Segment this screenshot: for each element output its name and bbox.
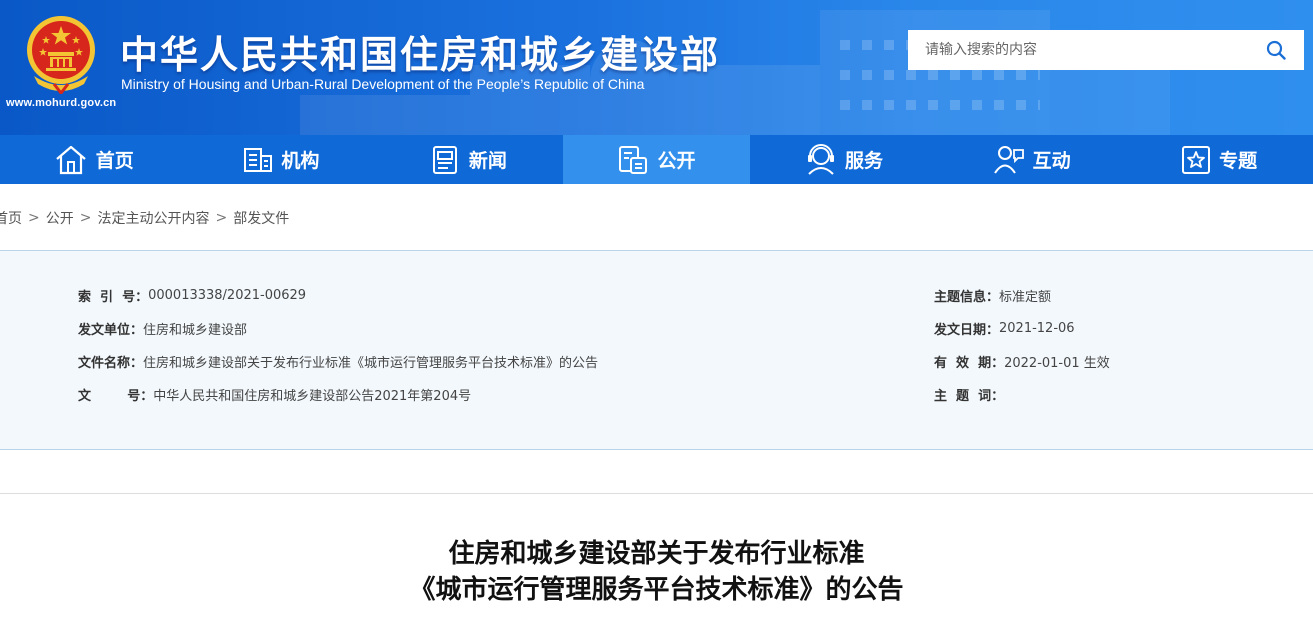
site-header: www.mohurd.gov.cn 中华人民共和国住房和城乡建设部 Minist… <box>0 0 1313 135</box>
breadcrumb-separator: > <box>79 210 92 226</box>
star-icon <box>1181 145 1211 175</box>
interaction-icon <box>993 144 1025 176</box>
nav-item-label: 互动 <box>1032 150 1071 172</box>
info-validity-value: 2022-01-01 生效 <box>1004 355 1110 371</box>
site-url: www.mohurd.gov.cn <box>6 97 117 109</box>
document-icon <box>617 144 649 176</box>
service-icon <box>805 143 837 176</box>
info-date-value: 2021-12-06 <box>999 320 1075 336</box>
news-icon <box>431 145 461 175</box>
info-number-value: 中华人民共和国住房和城乡建设部公告2021年第204号 <box>153 388 472 404</box>
header-bg-windows <box>840 70 1040 80</box>
nav-item-label: 公开 <box>657 150 696 172</box>
document-info-panel: 索 引 号： 000013338/2021-00629 发文单位： 住房和城乡建… <box>0 250 1313 450</box>
info-date-label: 发文日期： <box>934 322 1000 338</box>
info-unit-value: 住房和城乡建设部 <box>143 322 248 338</box>
site-title[interactable]: 中华人民共和国住房和城乡建设部 <box>120 24 720 79</box>
article-title-line-2: 《城市运行管理服务平台技术标准》的公告 <box>409 575 904 605</box>
info-number-row: 文 号： 中华人民共和国住房和城乡建设部公告2021年第204号 <box>78 384 471 404</box>
nav-item-public[interactable]: 公开 <box>562 135 751 184</box>
national-emblem-logo[interactable] <box>24 14 98 96</box>
search-icon <box>1266 40 1286 60</box>
search-input[interactable] <box>908 30 1248 70</box>
content-divider <box>0 493 1313 494</box>
search-button[interactable] <box>1248 30 1304 70</box>
nav-item-service[interactable]: 服务 <box>750 135 938 184</box>
info-topic-label: 主题信息： <box>934 289 1000 305</box>
info-keywords-label: 主 题 词： <box>934 388 1005 404</box>
info-validity-row: 有 效 期： 2022-01-01 生效 <box>934 351 1110 371</box>
nav-item-label: 专题 <box>1219 150 1258 172</box>
breadcrumb-home[interactable]: 首页 <box>0 208 22 228</box>
header-bg-building <box>300 95 470 135</box>
building-icon <box>243 146 273 174</box>
nav-item-news[interactable]: 新闻 <box>375 135 563 184</box>
nav-item-label: 机构 <box>281 150 320 172</box>
nav-item-label: 首页 <box>95 150 134 172</box>
breadcrumb-separator: > <box>215 210 228 226</box>
info-unit-label: 发文单位： <box>78 322 144 338</box>
breadcrumb-statutory[interactable]: 法定主动公开内容 <box>97 208 209 228</box>
nav-item-interaction[interactable]: 互动 <box>938 135 1126 184</box>
info-index-row: 索 引 号： 000013338/2021-00629 <box>78 285 306 305</box>
nav-item-home[interactable]: 首页 <box>0 135 188 184</box>
info-name-value: 住房和城乡建设部关于发布行业标准《城市运行管理服务平台技术标准》的公告 <box>143 355 599 371</box>
nav-item-special[interactable]: 专题 <box>1125 135 1313 184</box>
info-index-value: 000013338/2021-00629 <box>148 287 307 303</box>
info-unit-row: 发文单位： 住房和城乡建设部 <box>78 318 247 338</box>
info-topic-row: 主题信息： 标准定额 <box>934 285 1051 305</box>
breadcrumb-department-docs[interactable]: 部发文件 <box>233 208 289 228</box>
breadcrumb: 首页 > 公开 > 法定主动公开内容 > 部发文件 <box>0 208 289 228</box>
site-subtitle: Ministry of Housing and Urban-Rural Deve… <box>121 76 645 92</box>
info-name-label: 文件名称： <box>78 355 144 371</box>
header-bg-windows <box>840 100 1040 110</box>
info-date-row: 发文日期： 2021-12-06 <box>934 318 1075 338</box>
nav-item-label: 服务 <box>845 150 884 172</box>
info-index-label: 索 引 号： <box>78 289 149 305</box>
info-name-row: 文件名称： 住房和城乡建设部关于发布行业标准《城市运行管理服务平台技术标准》的公… <box>78 351 598 371</box>
breadcrumb-separator: > <box>28 210 40 226</box>
article-title: 住房和城乡建设部关于发布行业标准 《城市运行管理服务平台技术标准》的公告 <box>0 536 1313 608</box>
nav-item-organization[interactable]: 机构 <box>188 135 376 184</box>
info-validity-label: 有 效 期： <box>934 355 1005 371</box>
info-keywords-row: 主 题 词： <box>934 384 1004 404</box>
breadcrumb-public[interactable]: 公开 <box>46 208 74 228</box>
search-box <box>908 30 1304 70</box>
info-topic-value: 标准定额 <box>999 289 1052 305</box>
home-icon <box>54 144 88 176</box>
info-number-label: 文 号： <box>78 388 154 404</box>
main-nav: 首页 机构 新闻 公开 服务 互动 专题 <box>0 135 1313 184</box>
article-title-line-1: 住房和城乡建设部关于发布行业标准 <box>448 539 865 569</box>
nav-item-label: 新闻 <box>468 150 507 172</box>
